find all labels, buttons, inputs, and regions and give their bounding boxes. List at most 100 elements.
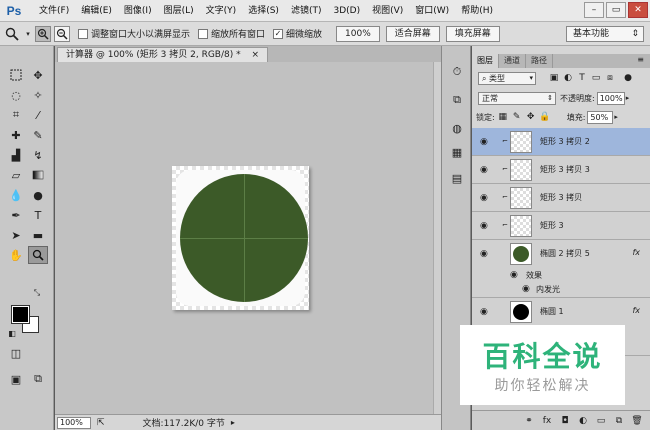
eye-icon[interactable]: ◉	[480, 165, 490, 175]
menu-window[interactable]: 窗口(W)	[409, 0, 455, 22]
default-colors-icon[interactable]: ◧	[6, 328, 18, 338]
dodge-tool-icon[interactable]: ●	[28, 186, 48, 204]
fit-screen-button[interactable]: 适合屏幕	[385, 25, 440, 42]
close-icon[interactable]: ×	[252, 50, 260, 60]
move-tool-icon[interactable]: ✥	[28, 66, 48, 84]
layer-row-rect3-copy3[interactable]: ◉ ⌐ 矩形 3 拷贝 3	[472, 156, 650, 184]
shape-tool-icon[interactable]: ▬	[28, 226, 48, 244]
menu-layer[interactable]: 图层(L)	[158, 0, 200, 22]
eraser-tool-icon[interactable]: ▱	[6, 166, 26, 184]
resize-windows-checkbox[interactable]: 调整窗口大小以满屏显示	[78, 27, 190, 40]
chevron-down-icon[interactable]: ▾	[24, 26, 32, 42]
filter-toggle-icon[interactable]: ●	[622, 72, 634, 84]
gradient-tool-icon[interactable]	[28, 166, 48, 184]
marquee-tool-icon[interactable]	[6, 66, 26, 84]
menu-edit[interactable]: 编辑(E)	[75, 0, 118, 22]
styles-panel-icon[interactable]: ◍	[449, 120, 465, 136]
checkbox-checked[interactable]: ✓	[273, 28, 284, 39]
menu-image[interactable]: 图像(I)	[118, 0, 158, 22]
maximize-button[interactable]: ▭	[606, 2, 626, 18]
crop-tool-icon[interactable]: ⌗	[6, 106, 26, 124]
brush-tool-icon[interactable]: ✎	[28, 126, 48, 144]
fill-screen-button[interactable]: 填充屏幕	[445, 25, 500, 42]
screen-mode-icon[interactable]: ⧉	[28, 370, 48, 388]
fx-icon[interactable]: fx	[632, 306, 640, 315]
properties-panel-icon[interactable]: ⧉	[449, 92, 465, 108]
pen-tool-icon[interactable]: ✒	[6, 206, 26, 224]
zoom-level-field[interactable]: 100%	[57, 416, 91, 429]
path-selection-tool-icon[interactable]: ➤	[6, 226, 26, 244]
document-tab[interactable]: 计算器 @ 100% (矩形 3 拷贝 2, RGB/8) * ×	[57, 47, 269, 62]
menu-filter[interactable]: 滤镜(T)	[285, 0, 328, 22]
pixel-filter-icon[interactable]: ▣	[548, 72, 560, 84]
type-filter-icon[interactable]: T	[576, 72, 588, 84]
lock-position-icon[interactable]: ✥	[525, 111, 537, 123]
eye-icon[interactable]: ◉	[480, 193, 490, 203]
swatches-panel-icon[interactable]: ▦	[449, 144, 465, 160]
effects-row[interactable]: ◉ 效果	[472, 268, 650, 282]
scrubby-zoom-checkbox[interactable]: ✓ 细微缩放	[273, 27, 322, 40]
actual-pixels-button[interactable]: 100%	[336, 25, 380, 42]
vertical-scrollbar[interactable]	[433, 62, 441, 414]
hand-tool-icon[interactable]: ✋	[6, 246, 26, 264]
tab-paths[interactable]: 路径	[526, 54, 553, 68]
link-layers-icon[interactable]: ⚭	[522, 414, 536, 428]
eyedropper-tool-icon[interactable]: ⁄	[28, 106, 48, 124]
eye-icon[interactable]: ◉	[480, 137, 490, 147]
history-brush-tool-icon[interactable]: ↯	[28, 146, 48, 164]
checkbox-box[interactable]	[198, 28, 209, 39]
smart-object-filter-icon[interactable]: ⧈	[604, 72, 616, 84]
menu-type[interactable]: 文字(Y)	[200, 0, 243, 22]
eye-icon[interactable]: ◉	[480, 307, 490, 317]
zoom-all-windows-checkbox[interactable]: 缩放所有窗口	[198, 27, 265, 40]
adjustment-layer-icon[interactable]: ◐	[576, 414, 590, 428]
opacity-field[interactable]: 100%	[596, 91, 625, 105]
eye-icon[interactable]: ◉	[480, 249, 490, 259]
trash-icon[interactable]: 🗑	[630, 414, 644, 428]
history-panel-icon[interactable]: ⏱	[449, 64, 465, 80]
canvas-area[interactable]	[55, 62, 433, 414]
menu-view[interactable]: 视图(V)	[366, 0, 409, 22]
minimize-button[interactable]: –	[584, 2, 604, 18]
magic-wand-tool-icon[interactable]: ✧	[28, 86, 48, 104]
lock-transparent-icon[interactable]: ▦	[497, 111, 509, 123]
layer-row-rect3[interactable]: ◉ ⌐ 矩形 3	[472, 212, 650, 240]
menu-file[interactable]: 文件(F)	[33, 0, 75, 22]
chevron-down-icon[interactable]: ▸	[614, 113, 618, 121]
type-tool-icon[interactable]: T	[28, 206, 48, 224]
eye-icon[interactable]: ◉	[480, 221, 490, 231]
lock-all-icon[interactable]: 🔒	[539, 111, 551, 123]
document-canvas[interactable]	[172, 166, 309, 310]
blend-mode-select[interactable]: 正常 ⇕	[478, 91, 556, 105]
zoom-tool-icon[interactable]	[28, 246, 48, 264]
eye-icon[interactable]: ◉	[522, 284, 532, 294]
inner-glow-row[interactable]: ◉ 内发光	[472, 282, 650, 296]
layer-row-rect3-copy[interactable]: ◉ ⌐ 矩形 3 拷贝	[472, 184, 650, 212]
zoom-out-icon[interactable]	[54, 25, 70, 42]
add-mask-icon[interactable]: ◘	[558, 414, 572, 428]
fx-icon[interactable]: fx	[540, 414, 554, 428]
foreground-color-swatch[interactable]	[11, 305, 30, 324]
layer-row-ellipse2-copy5[interactable]: ◉ 椭圆 2 拷贝 5 fx ◉ 效果 ◉ 内发光	[472, 240, 650, 298]
swap-colors-icon[interactable]: ⤡	[32, 288, 42, 298]
fill-field[interactable]: 50%	[587, 110, 614, 124]
fx-icon[interactable]: fx	[632, 248, 640, 257]
menu-select[interactable]: 选择(S)	[242, 0, 285, 22]
status-menu-icon[interactable]: ▸	[231, 418, 235, 427]
folder-icon[interactable]: ▭	[594, 414, 608, 428]
zoom-icon[interactable]	[4, 26, 20, 42]
healing-brush-tool-icon[interactable]: ✚	[6, 126, 26, 144]
menu-help[interactable]: 帮助(H)	[455, 0, 499, 22]
checkbox-box[interactable]	[78, 28, 88, 39]
shape-filter-icon[interactable]: ▭	[590, 72, 602, 84]
lasso-tool-icon[interactable]: ◌	[6, 86, 26, 104]
export-icon[interactable]: ⇱	[97, 418, 105, 428]
tab-layers[interactable]: 图层	[472, 54, 499, 68]
zoom-in-icon[interactable]	[35, 25, 51, 42]
quick-mask-icon[interactable]: ◫	[6, 344, 26, 362]
eye-icon[interactable]: ◉	[510, 270, 520, 280]
layer-filter-select[interactable]: ⌕ 类型 ▾	[478, 71, 536, 85]
standard-mode-icon[interactable]: ▣	[6, 370, 26, 388]
clone-stamp-tool-icon[interactable]: ▟	[6, 146, 26, 164]
close-button[interactable]: ✕	[628, 2, 648, 18]
